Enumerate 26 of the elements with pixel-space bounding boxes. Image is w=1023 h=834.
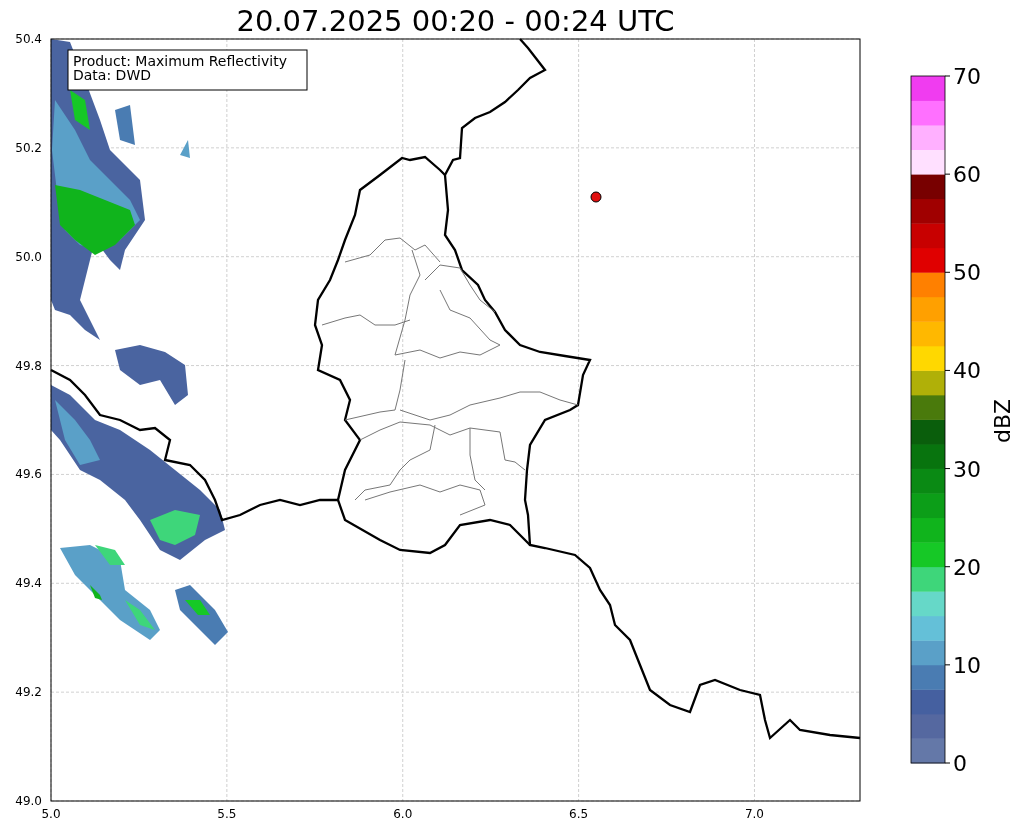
y-tick-label: 50.4: [15, 32, 42, 46]
x-tick-label: 5.0: [41, 807, 61, 821]
chart-title: 20.07.2025 00:20 - 00:24 UTC: [235, 3, 676, 30]
x-tick-label: 6.5: [569, 807, 589, 821]
y-tick-label: 50.2: [15, 140, 42, 155]
y-tick-label: 50.0: [15, 249, 42, 264]
colorbar-label: dBZ: [990, 398, 1015, 444]
colorbar-tick-label: 10: [953, 652, 981, 678]
colorbar-tick-label: 20: [953, 554, 981, 580]
x-tick-label: 5.5: [217, 807, 237, 821]
colorbar-tick-label: 50: [953, 260, 981, 286]
x-tick-label: 7.0: [744, 807, 765, 821]
legend-text: Product: Maximum Reflectivity: [73, 53, 287, 69]
y-tick-label: 49.2: [15, 685, 42, 700]
colorbar-tick-label: 0: [953, 751, 967, 776]
y-tick-label: 49.6: [15, 467, 42, 482]
radar-site-marker: [590, 191, 602, 203]
colorbar-tick-label: 30: [953, 456, 981, 482]
y-tick-label: 49.8: [15, 358, 42, 373]
y-tick-label: 49.0: [15, 794, 42, 808]
colorbar-tick-label: 70: [953, 64, 981, 89]
y-tick-label: 49.4: [15, 576, 42, 591]
colorbar-tick-label: 40: [953, 358, 981, 384]
colorbar-tick-label: 60: [953, 162, 981, 188]
legend-text: Data: DWD: [73, 67, 151, 83]
x-tick-label: 6.0: [393, 807, 413, 821]
